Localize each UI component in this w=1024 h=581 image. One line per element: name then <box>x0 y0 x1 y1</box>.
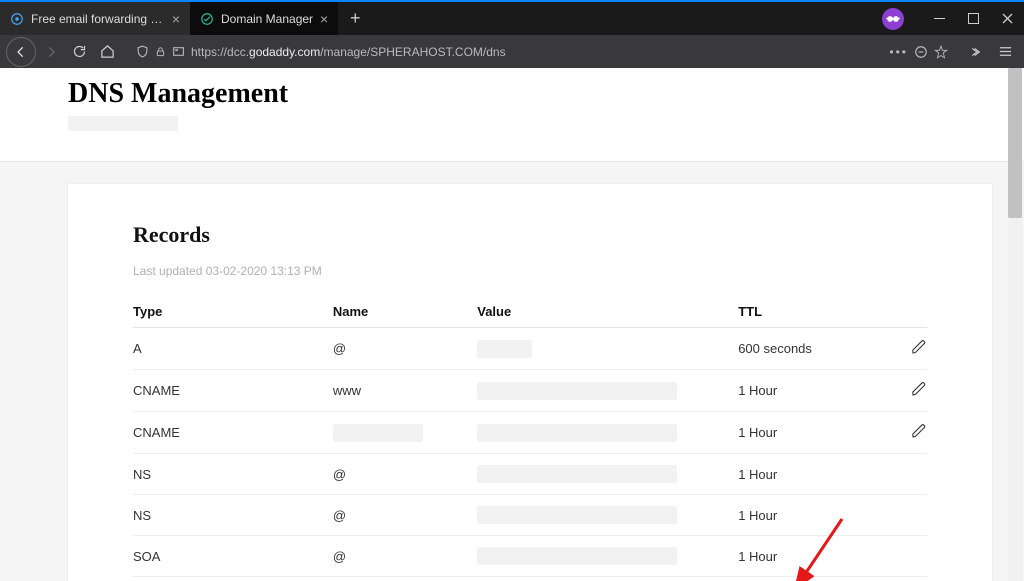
redacted-value <box>477 506 677 524</box>
table-row: NS@1 Hour <box>133 495 927 536</box>
record-ttl: 1 Hour <box>738 370 882 412</box>
table-row: NS@1 Hour <box>133 454 927 495</box>
tab-active[interactable]: Domain Manager × <box>190 0 338 35</box>
record-type: NS <box>133 454 333 495</box>
records-card: Records Last updated 03-02-2020 13:13 PM… <box>68 184 992 581</box>
overflow-button[interactable] <box>964 39 990 65</box>
redacted-value <box>477 424 677 442</box>
record-name: @ <box>333 467 346 482</box>
table-row: CNAMEwww 1 Hour <box>133 370 927 412</box>
redacted-value <box>477 340 532 358</box>
record-name: @ <box>333 341 346 356</box>
tab-inactive[interactable]: Free email forwarding with Na... × <box>0 2 190 35</box>
new-tab-button[interactable]: + <box>338 2 372 35</box>
section-title: Records <box>133 222 927 248</box>
tab-title: Domain Manager <box>221 12 313 26</box>
record-type: NS <box>133 495 333 536</box>
table-row: SOA@1 Hour <box>133 536 927 577</box>
close-icon[interactable]: × <box>320 12 328 26</box>
column-ttl: TTL <box>738 296 882 328</box>
maximize-button[interactable] <box>956 2 990 35</box>
forward-button[interactable] <box>38 39 64 65</box>
record-ttl: 1 Hour <box>738 454 882 495</box>
record-type: CNAME <box>133 370 333 412</box>
tab-favicon-icon <box>200 12 214 26</box>
nav-bar: https://dcc.godaddy.com/manage/SPHERAHOS… <box>0 35 1024 68</box>
record-name: @ <box>333 549 346 564</box>
page-title: DNS Management <box>68 78 964 110</box>
record-ttl: 1 Hour <box>738 536 882 577</box>
tab-bar: Free email forwarding with Na... × Domai… <box>0 0 1024 35</box>
scrollbar-thumb[interactable] <box>1008 68 1022 218</box>
edit-icon[interactable] <box>911 423 927 439</box>
tab-title: Free email forwarding with Na... <box>31 12 165 26</box>
window-close-button[interactable] <box>990 2 1024 35</box>
redacted-value <box>477 547 677 565</box>
record-ttl: 600 seconds <box>738 328 882 370</box>
table-row: A@600 seconds <box>133 328 927 370</box>
column-type: Type <box>133 296 333 328</box>
redacted-value <box>477 465 677 483</box>
record-type: A <box>133 328 333 370</box>
incognito-icon <box>882 8 904 30</box>
page-header: DNS Management <box>0 68 1024 162</box>
edit-icon[interactable] <box>911 339 927 355</box>
url-text: https://dcc.godaddy.com/manage/SPHERAHOS… <box>191 45 883 59</box>
redacted-value <box>477 382 677 400</box>
table-row: CNAME 1 Hour <box>133 412 927 454</box>
minimize-button[interactable] <box>922 2 956 35</box>
shield-icon <box>136 45 149 58</box>
permissions-icon <box>172 45 185 58</box>
redacted-value <box>333 424 423 442</box>
url-bar[interactable]: https://dcc.godaddy.com/manage/SPHERAHOS… <box>128 40 956 64</box>
edit-icon[interactable] <box>911 381 927 397</box>
bookmark-icon[interactable] <box>934 45 948 59</box>
page-content: DNS Management Records Last updated 03-0… <box>0 68 1024 581</box>
records-table: Type Name Value TTL A@600 secondsCNAMEww… <box>133 296 927 577</box>
last-updated: Last updated 03-02-2020 13:13 PM <box>133 264 927 278</box>
back-button[interactable] <box>6 37 36 67</box>
reader-icon[interactable] <box>914 45 928 59</box>
record-name: @ <box>333 508 346 523</box>
record-type: SOA <box>133 536 333 577</box>
column-name: Name <box>333 296 477 328</box>
record-ttl: 1 Hour <box>738 412 882 454</box>
record-name: www <box>333 383 361 398</box>
close-icon[interactable]: × <box>172 12 180 26</box>
reload-button[interactable] <box>66 39 92 65</box>
home-button[interactable] <box>94 39 120 65</box>
menu-button[interactable] <box>992 39 1018 65</box>
lock-icon <box>155 45 166 58</box>
redacted-subtext <box>68 116 178 131</box>
page-actions-icon[interactable]: ••• <box>889 45 908 59</box>
record-ttl: 1 Hour <box>738 495 882 536</box>
tab-favicon-icon <box>10 12 24 26</box>
record-type: CNAME <box>133 412 333 454</box>
column-value: Value <box>477 296 738 328</box>
